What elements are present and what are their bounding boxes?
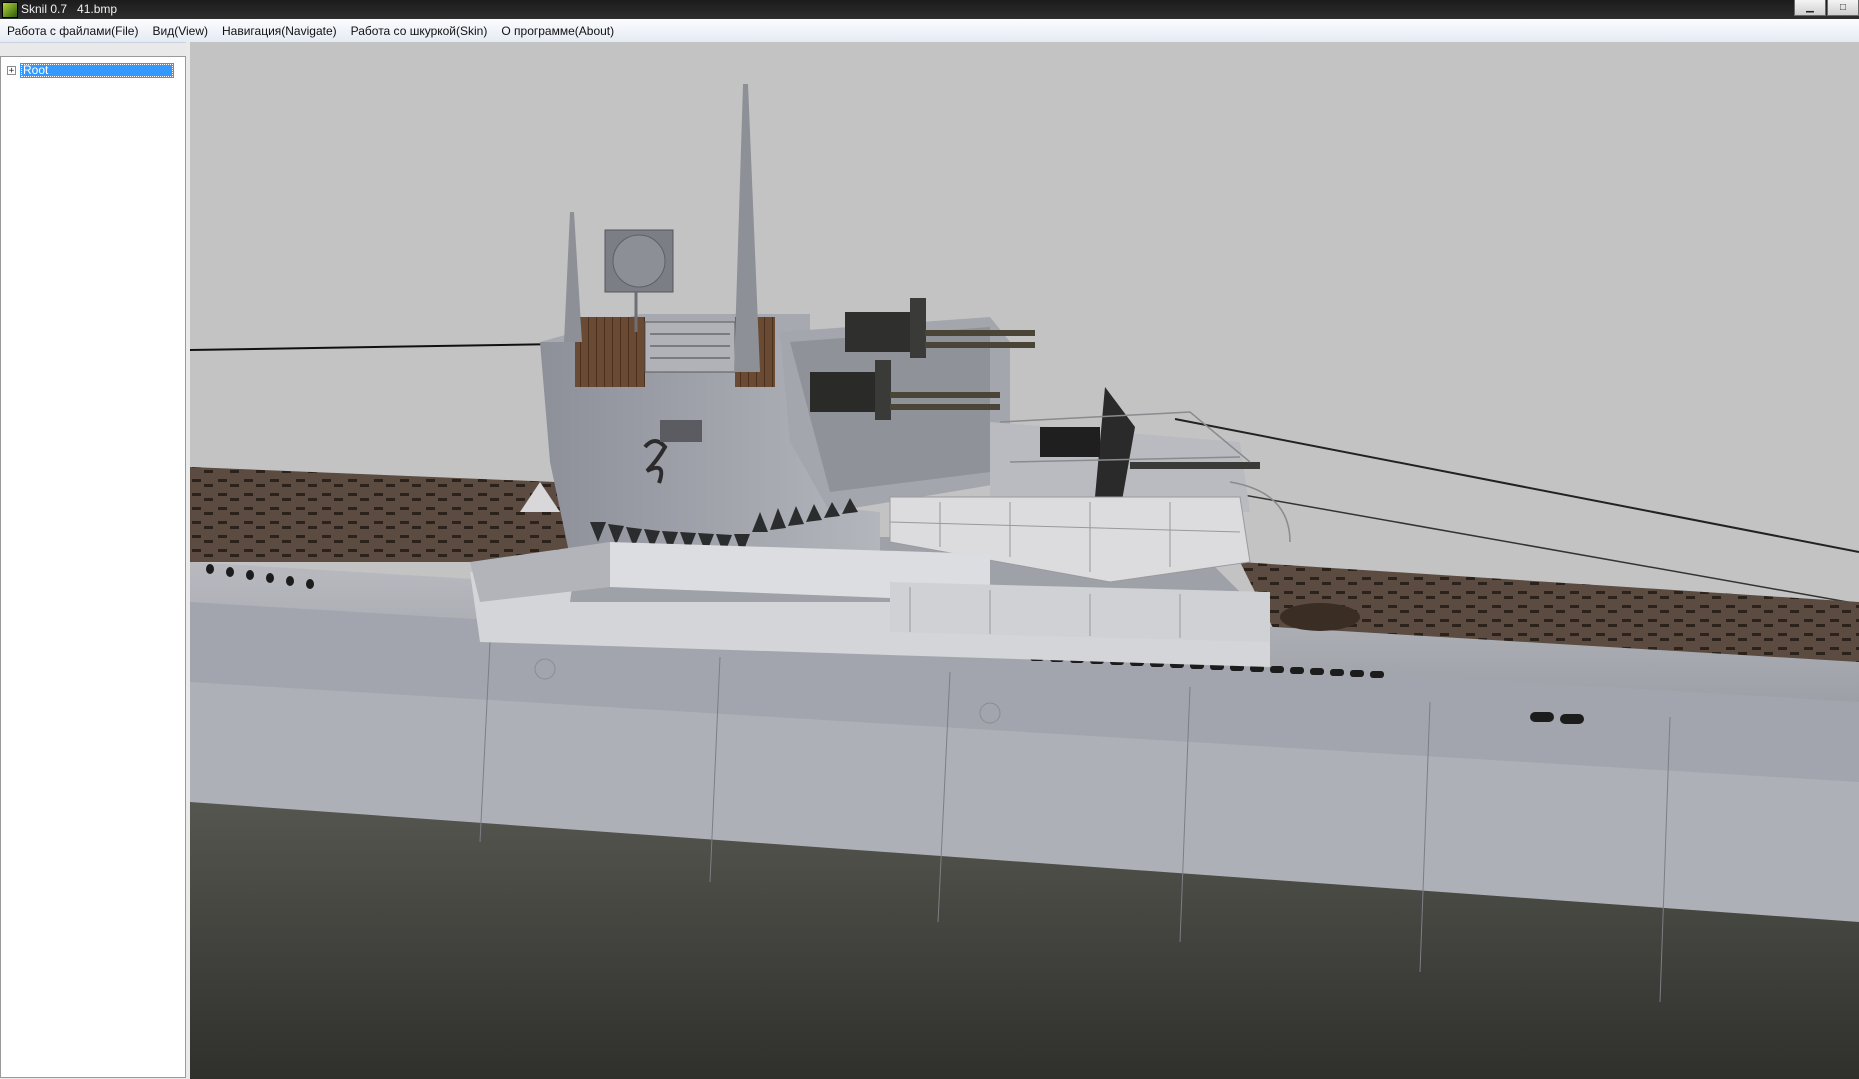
window-title: Sknil 0.7 41.bmp	[21, 2, 118, 16]
menu-about[interactable]: О программе(About)	[494, 21, 621, 41]
scene-tree[interactable]: + Root	[0, 56, 186, 1078]
menu-view[interactable]: Вид(View)	[145, 21, 215, 41]
submarine-render	[190, 84, 1859, 1079]
menu-file[interactable]: Работа с файлами(File)	[0, 21, 145, 41]
title-bar: Sknil 0.7 41.bmp ▁ □	[0, 0, 1859, 19]
tree-node-root[interactable]: + Root	[7, 63, 174, 78]
maximize-button[interactable]: □	[1827, 0, 1859, 16]
menu-navigate[interactable]: Навигация(Navigate)	[215, 21, 344, 41]
menu-skin[interactable]: Работа со шкуркой(Skin)	[344, 21, 495, 41]
app-icon	[2, 2, 18, 18]
3d-viewport[interactable]	[190, 42, 1859, 1079]
menu-bar: Работа с файлами(File) Вид(View) Навигац…	[0, 19, 1859, 43]
window-controls: ▁ □	[1793, 0, 1859, 17]
minimize-button[interactable]: ▁	[1794, 0, 1826, 16]
tree-node-label[interactable]: Root	[20, 63, 174, 78]
expand-icon[interactable]: +	[7, 66, 16, 76]
